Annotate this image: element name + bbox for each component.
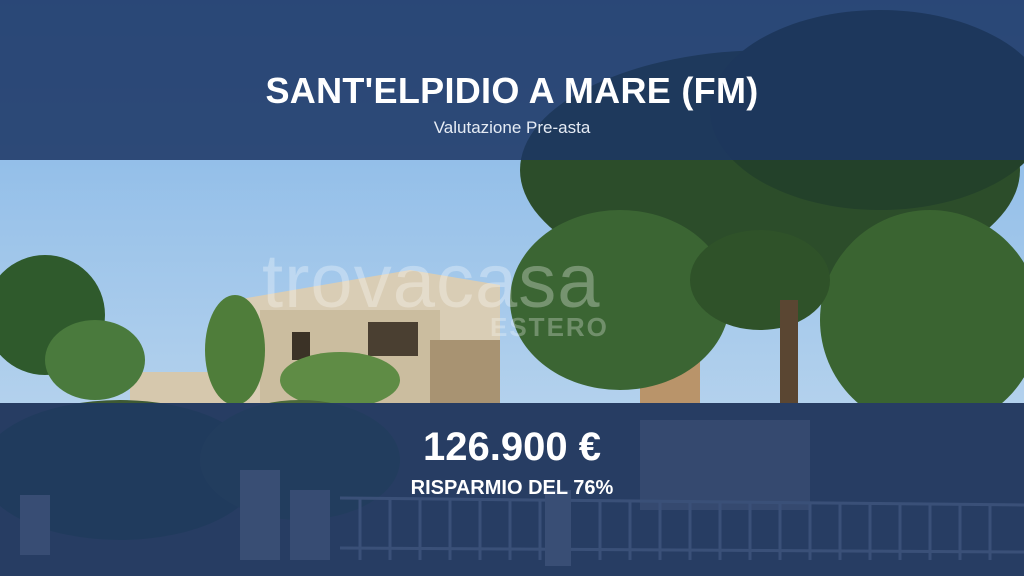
watermark-sub: ESTERO <box>490 312 609 342</box>
page-subtitle: Valutazione Pre-asta <box>433 118 591 137</box>
price-label: 126.900 € <box>423 425 601 469</box>
page-title: SANT'ELPIDIO A MARE (FM) <box>265 70 759 111</box>
saving-label: RISPARMIO DEL 76% <box>410 477 614 499</box>
header-band: SANT'ELPIDIO A MARE (FM) Valutazione Pre… <box>0 0 1024 160</box>
